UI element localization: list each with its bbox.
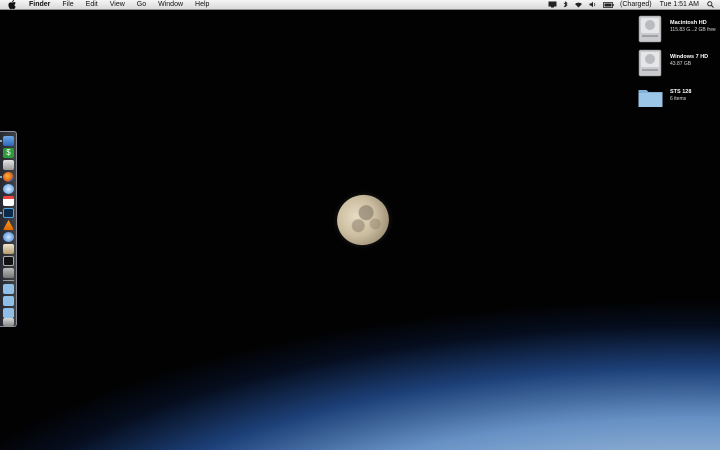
trash-icon[interactable]	[3, 318, 14, 326]
finder-icon[interactable]	[3, 136, 14, 146]
spotlight-icon[interactable]	[707, 1, 714, 8]
wifi-icon[interactable]	[574, 1, 583, 8]
battery-icon[interactable]	[603, 1, 614, 8]
menu-go[interactable]: Go	[131, 0, 152, 10]
desktop-item-label: Windows 7 HD	[670, 54, 709, 60]
desktop-item-windows-7-hd[interactable]: Windows 7 HD 43.87 GB	[636, 49, 720, 83]
photoshop-icon[interactable]	[3, 208, 14, 218]
menu-view[interactable]: View	[104, 0, 131, 10]
desktop-item-detail: 6 items	[670, 96, 687, 102]
hard-drive-icon	[638, 49, 662, 77]
chess-icon[interactable]	[3, 244, 14, 254]
apple-icon[interactable]	[7, 0, 16, 9]
hard-drive-icon	[638, 15, 662, 43]
desktop-wallpaper	[0, 0, 720, 450]
menu-edit[interactable]: Edit	[80, 0, 104, 10]
dock-separator	[3, 280, 14, 281]
desktop-item-label: STS 128	[670, 89, 692, 95]
desktop-item-macintosh-hd[interactable]: Macintosh HD 115.83 G...2 GB free	[636, 15, 720, 49]
battery-status[interactable]: (Charged)	[620, 0, 652, 10]
terminal-icon[interactable]	[3, 256, 14, 266]
itunes-icon[interactable]	[3, 232, 14, 242]
firefox-icon[interactable]	[3, 172, 14, 182]
preview-icon[interactable]	[3, 160, 14, 170]
folder-icon[interactable]	[3, 308, 14, 318]
utility-icon[interactable]	[3, 268, 14, 278]
menu-clock[interactable]: Tue 1:51 AM	[660, 0, 699, 10]
moon-image	[330, 188, 396, 252]
folder-icon	[638, 90, 663, 107]
folder-icon[interactable]	[3, 296, 14, 306]
menu-file[interactable]: File	[56, 0, 79, 10]
calendar-icon[interactable]	[3, 196, 14, 206]
safari-icon[interactable]	[3, 184, 14, 194]
running-indicator	[0, 176, 2, 178]
running-indicator	[0, 140, 2, 142]
desktop-item-label: Macintosh HD	[670, 20, 707, 26]
menu-bar: Finder File Edit View Go Window Help (Ch…	[0, 0, 720, 10]
vlc-icon[interactable]	[3, 220, 14, 230]
desktop-item-detail: 43.87 GB	[670, 61, 692, 67]
menu-app-finder[interactable]: Finder	[23, 0, 56, 10]
menu-help[interactable]: Help	[189, 0, 215, 10]
bluetooth-icon[interactable]	[563, 0, 568, 9]
screen-icon[interactable]	[548, 1, 557, 8]
dollar-app-icon[interactable]: $	[3, 148, 14, 158]
running-indicator	[0, 212, 2, 214]
dock: $	[0, 131, 17, 327]
desktop-item-detail: 115.83 G...2 GB free	[670, 27, 716, 33]
volume-icon[interactable]	[589, 1, 597, 8]
desktop-item-sts-128[interactable]: STS 128 6 items	[636, 84, 720, 118]
folder-icon[interactable]	[3, 284, 14, 294]
menu-window[interactable]: Window	[152, 0, 189, 10]
